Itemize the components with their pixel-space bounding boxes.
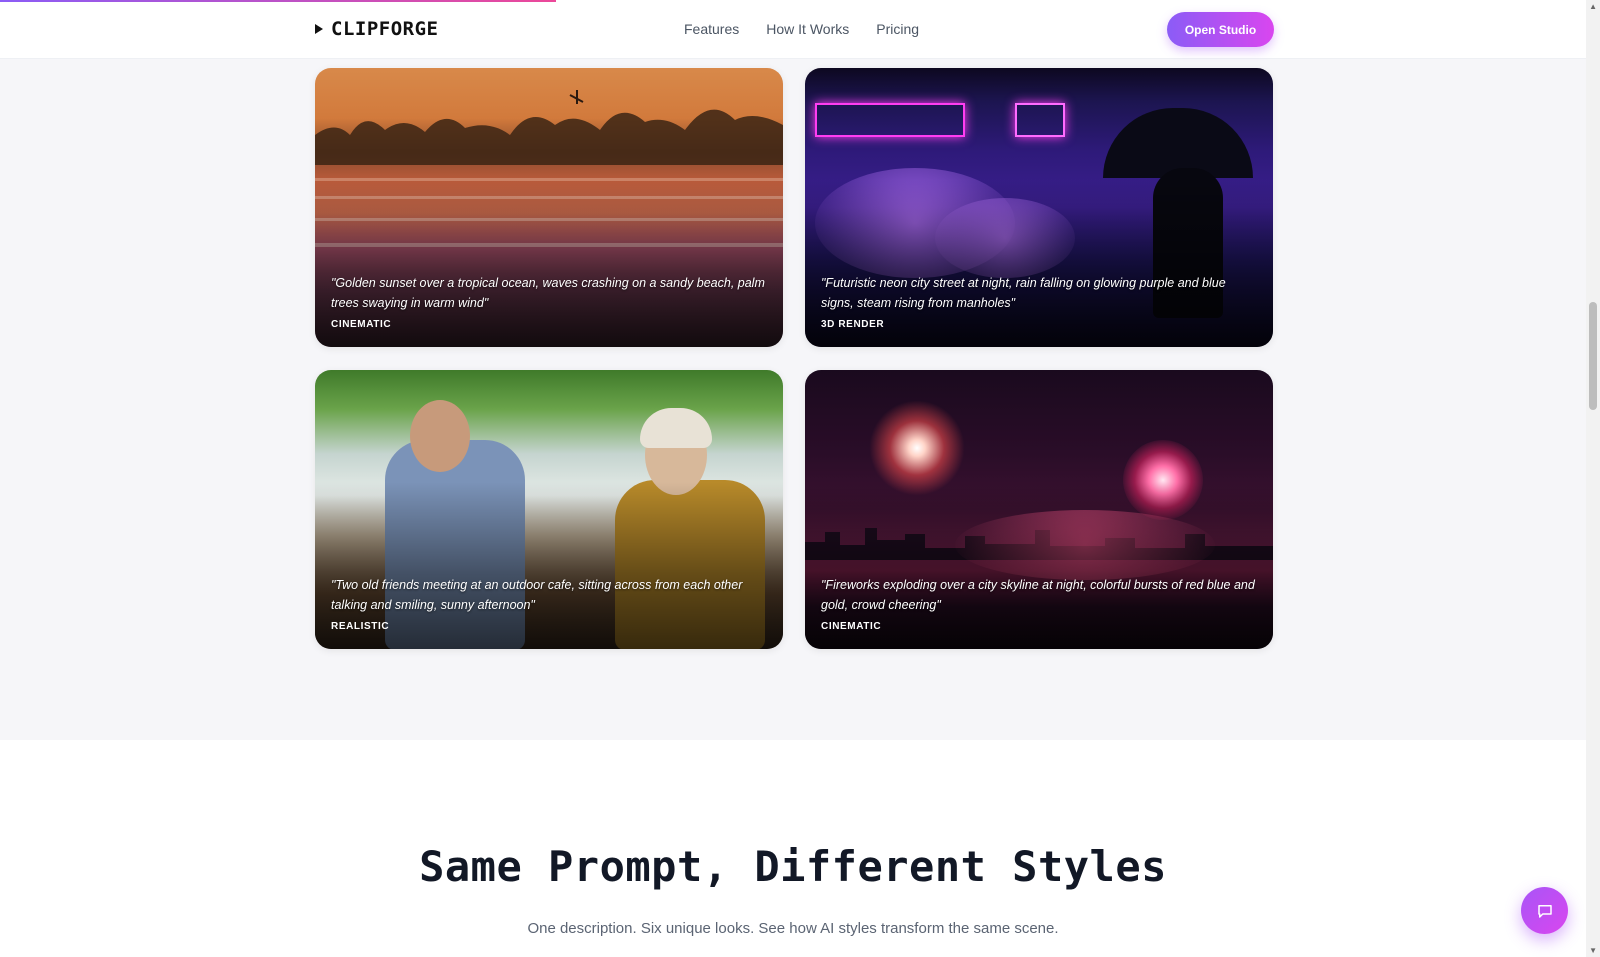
card-style-tag: CINEMATIC (821, 621, 882, 632)
section-title: Same Prompt, Different Styles (419, 842, 1167, 891)
card-style-tag: 3D RENDER (821, 319, 885, 330)
card-prompt: "Two old friends meeting at an outdoor c… (331, 578, 743, 612)
scroll-down-arrow-icon[interactable]: ▼ (1589, 946, 1597, 955)
gallery-card-fireworks[interactable]: "Fireworks exploding over a city skyline… (805, 370, 1273, 649)
card-prompt: "Futuristic neon city street at night, r… (821, 276, 1226, 310)
section-subtitle: One description. Six unique looks. See h… (527, 920, 1059, 937)
gallery-card-cafe[interactable]: "Two old friends meeting at an outdoor c… (315, 370, 783, 649)
page-scrollbar[interactable]: ▲ ▼ (1586, 0, 1600, 957)
chat-bubble-icon (1537, 904, 1552, 918)
nav-links: Features How It Works Pricing (684, 21, 919, 37)
gallery-section: "Golden sunset over a tropical ocean, wa… (0, 59, 1586, 740)
gallery-grid: "Golden sunset over a tropical ocean, wa… (315, 68, 1273, 649)
card-style-tag: REALISTIC (331, 621, 390, 632)
open-studio-button[interactable]: Open Studio (1167, 12, 1274, 47)
card-prompt: "Fireworks exploding over a city skyline… (821, 578, 1255, 612)
palm-trees-silhouette (315, 90, 783, 165)
scroll-progress-bar (0, 0, 556, 2)
play-triangle-icon (315, 24, 323, 34)
navbar: CLIPFORGE Features How It Works Pricing … (0, 0, 1586, 59)
nav-link-pricing[interactable]: Pricing (876, 21, 919, 37)
styles-section: Same Prompt, Different Styles One descri… (0, 740, 1586, 957)
gallery-card-neon-city[interactable]: "Futuristic neon city street at night, r… (805, 68, 1273, 347)
scroll-up-arrow-icon[interactable]: ▲ (1589, 2, 1597, 11)
scroll-thumb[interactable] (1589, 302, 1597, 410)
nav-link-how-it-works[interactable]: How It Works (766, 21, 849, 37)
chat-button[interactable] (1521, 887, 1568, 934)
card-prompt: "Golden sunset over a tropical ocean, wa… (331, 276, 765, 310)
brand-name: CLIPFORGE (331, 18, 439, 40)
brand-logo[interactable]: CLIPFORGE (315, 18, 438, 40)
gallery-card-sunset-beach[interactable]: "Golden sunset over a tropical ocean, wa… (315, 68, 783, 347)
nav-link-features[interactable]: Features (684, 21, 739, 37)
card-style-tag: CINEMATIC (331, 319, 392, 330)
